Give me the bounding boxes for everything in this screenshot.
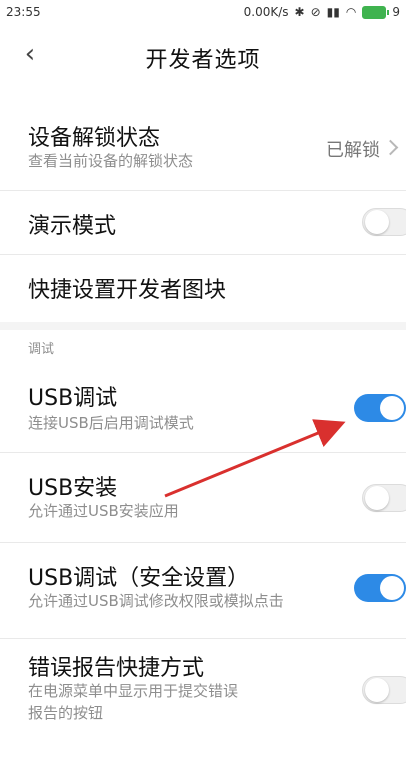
status-bar: 23:55 0.00K/s ✱ ⊘ ▮▮ ◠ 9	[0, 0, 406, 26]
usb-install-label: USB安装	[28, 476, 118, 501]
unlock-status-value: 已解锁	[326, 140, 380, 161]
bug-report-subtitle-line1: 在电源菜单中显示用于提交错误	[28, 682, 239, 700]
setting-usb-debugging[interactable]: USB调试 连接USB后启用调试模式	[0, 364, 406, 450]
chevron-right-icon	[382, 139, 399, 156]
setting-demo-mode[interactable]: 演示模式	[0, 192, 406, 252]
wifi-icon: ◠	[345, 5, 357, 19]
setting-usb-install[interactable]: USB安装 允许通过USB安装应用	[0, 454, 406, 540]
usb-debug-toggle[interactable]	[354, 394, 406, 422]
unlock-status-subtitle: 查看当前设备的解锁状态	[28, 152, 194, 170]
usb-debug-secure-subtitle: 允许通过USB调试修改权限或模拟点击	[28, 592, 284, 610]
usb-debug-label: USB调试	[28, 386, 118, 411]
title-bar: ‹ 开发者选项	[0, 26, 406, 82]
setting-unlock-status[interactable]: 设备解锁状态 查看当前设备的解锁状态 已解锁	[0, 108, 406, 188]
toggle-knob	[365, 678, 389, 702]
battery-text: 9	[392, 5, 400, 19]
setting-usb-debug-secure[interactable]: USB调试（安全设置） 允许通过USB调试修改权限或模拟点击	[0, 544, 406, 636]
demo-mode-toggle[interactable]	[362, 208, 406, 236]
toggle-knob	[365, 486, 389, 510]
unlock-status-label: 设备解锁状态	[28, 126, 161, 151]
usb-debug-secure-label: USB调试（安全设置）	[28, 566, 250, 591]
divider	[0, 452, 406, 453]
setting-quick-tiles[interactable]: 快捷设置开发者图块	[0, 256, 406, 318]
demo-mode-label: 演示模式	[28, 214, 117, 239]
status-icons: 0.00K/s ✱ ⊘ ▮▮ ◠ 9	[244, 5, 400, 19]
section-gap	[0, 322, 406, 330]
usb-install-toggle[interactable]	[362, 484, 406, 512]
toggle-knob	[365, 210, 389, 234]
divider	[0, 254, 406, 255]
bluetooth-icon: ✱	[294, 5, 305, 19]
setting-bug-report-shortcut[interactable]: 错误报告快捷方式 在电源菜单中显示用于提交错误 报告的按钮	[0, 640, 406, 756]
divider	[0, 638, 406, 639]
quick-tiles-label: 快捷设置开发者图块	[28, 278, 227, 303]
divider	[0, 542, 406, 543]
mute-icon: ⊘	[310, 5, 321, 19]
page-title: 开发者选项	[145, 48, 261, 73]
network-speed: 0.00K/s	[243, 5, 289, 19]
signal-icon: ▮▮	[326, 5, 340, 19]
section-header-debug: 调试	[28, 342, 55, 357]
usb-install-subtitle: 允许通过USB安装应用	[28, 502, 179, 520]
bug-report-label: 错误报告快捷方式	[28, 656, 205, 681]
usb-debug-secure-toggle[interactable]	[354, 574, 406, 602]
bug-report-toggle[interactable]	[362, 676, 406, 704]
battery-icon	[362, 5, 390, 19]
bug-report-subtitle-line2: 报告的按钮	[28, 704, 104, 722]
status-time: 23:55	[6, 5, 41, 19]
toggle-knob	[380, 576, 404, 600]
divider	[0, 190, 406, 191]
toggle-knob	[380, 396, 404, 420]
usb-debug-subtitle: 连接USB后启用调试模式	[28, 414, 194, 432]
